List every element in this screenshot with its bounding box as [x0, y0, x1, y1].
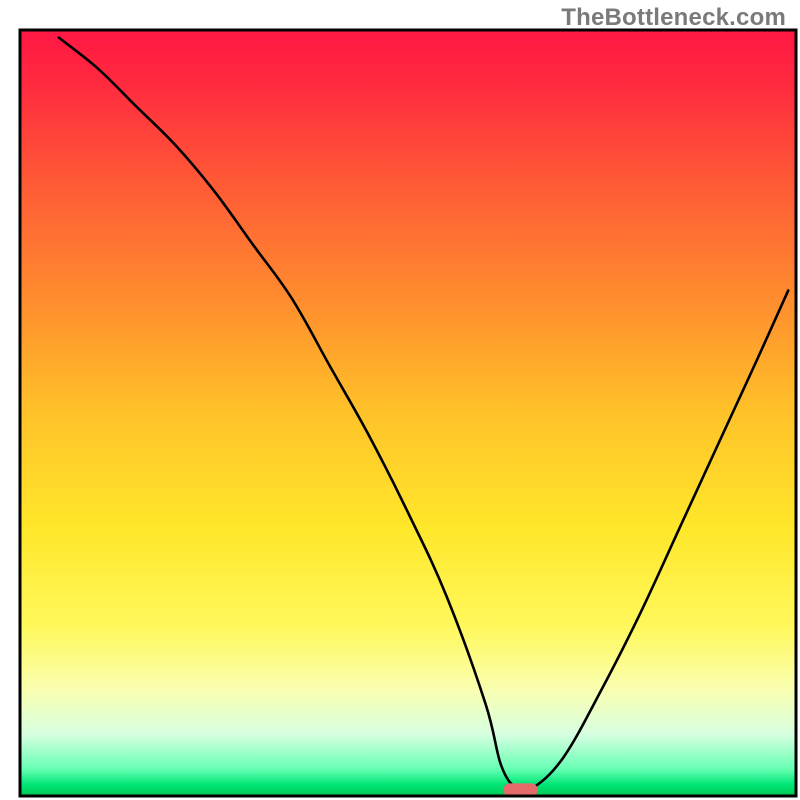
gradient-background — [20, 30, 796, 796]
watermark-text: TheBottleneck.com — [561, 4, 786, 32]
bottleneck-chart: TheBottleneck.com — [0, 0, 800, 800]
optimal-marker — [504, 783, 538, 796]
plot-svg — [0, 0, 800, 800]
